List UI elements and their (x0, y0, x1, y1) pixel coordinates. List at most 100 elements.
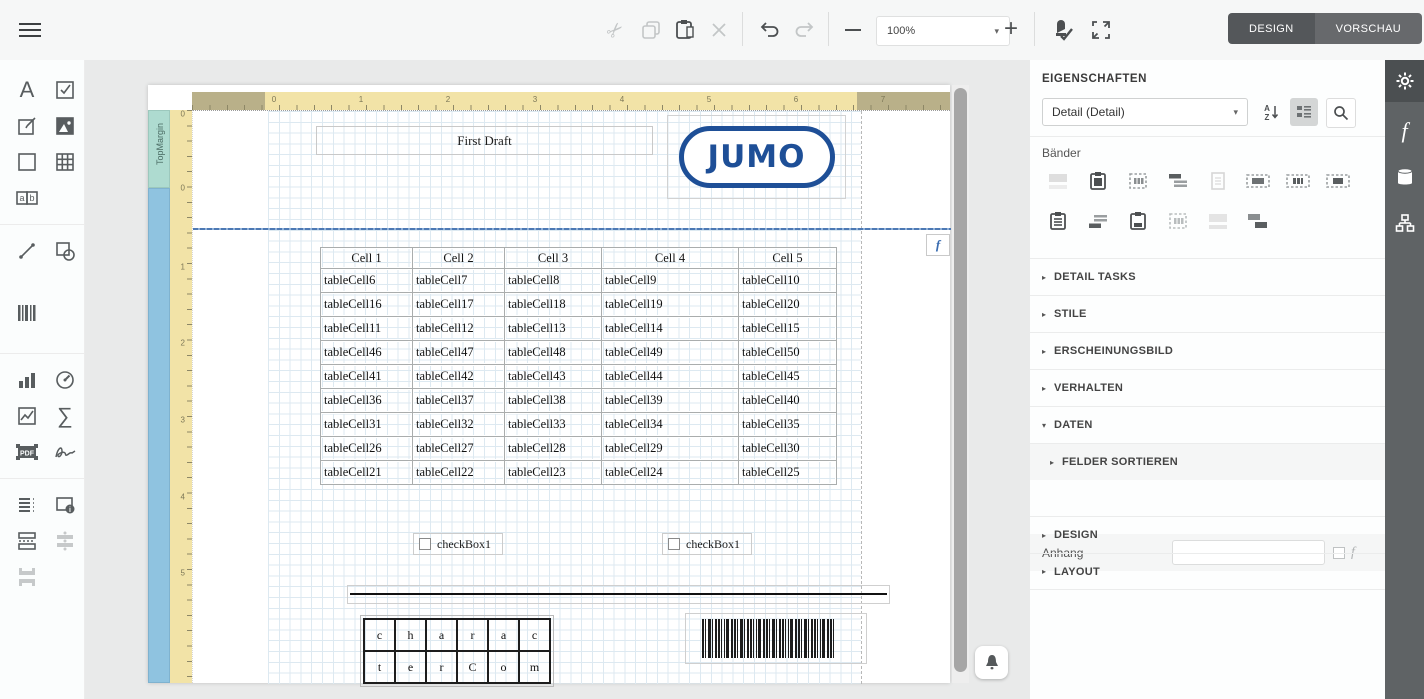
sub-report-band[interactable] (1244, 208, 1272, 234)
vertical-scrollbar-thumb[interactable] (954, 88, 967, 672)
report-footer-band[interactable] (1044, 208, 1072, 234)
report-page[interactable]: 01234567 TopMargin 0012345 f First Draft… (148, 85, 950, 683)
signature-icon[interactable] (48, 435, 82, 469)
delete-icon[interactable] (706, 17, 732, 43)
text-icon[interactable]: A (10, 73, 44, 107)
section-detail-tasks[interactable]: ▸ DETAIL TASKS (1030, 258, 1385, 295)
barcode-icon[interactable] (10, 296, 44, 330)
validate-icon[interactable] (1048, 15, 1078, 45)
summary-icon[interactable]: ∑ (48, 399, 82, 433)
section-verhalten[interactable]: ▸ VERHALTEN (1030, 369, 1385, 406)
table-cell[interactable]: tableCell9 (602, 269, 739, 293)
page-band[interactable] (1204, 168, 1232, 194)
comb-cell[interactable]: t (364, 651, 395, 683)
zoom-in-icon[interactable]: + (998, 14, 1024, 44)
table-cell[interactable]: tableCell14 (602, 317, 739, 341)
table-cell[interactable]: tableCell36 (321, 389, 413, 413)
page-content-area[interactable]: f First Draft JUMO Cell 1Cell 2Cell 3Cel… (192, 110, 950, 683)
comb-cell[interactable]: e (395, 651, 426, 683)
page-header-band[interactable] (1044, 168, 1072, 194)
character-comb-element[interactable]: characterCom (363, 618, 551, 684)
table-cell[interactable]: tableCell46 (321, 341, 413, 365)
checkbox-element-2[interactable]: checkBox1 (662, 533, 752, 555)
detail-band-handle[interactable] (148, 188, 170, 683)
table-cell[interactable]: tableCell43 (505, 365, 602, 389)
table-cell[interactable]: tableCell31 (321, 413, 413, 437)
design-mode-button[interactable]: DESIGN (1228, 13, 1315, 44)
section-felder-sortieren[interactable]: ▸ FELDER SORTIEREN (1030, 443, 1385, 480)
table-cell[interactable]: tableCell22 (413, 461, 505, 485)
redo-icon[interactable] (790, 16, 818, 44)
band-function-icon[interactable]: f (926, 234, 950, 256)
line-element[interactable] (347, 585, 890, 604)
comb-cell[interactable]: r (457, 619, 488, 651)
sparkline-icon[interactable] (10, 399, 44, 433)
table-cell[interactable]: tableCell30 (739, 437, 837, 461)
richtext-icon[interactable] (10, 109, 44, 143)
table-cell[interactable]: tableCell11 (321, 317, 413, 341)
fullscreen-icon[interactable] (1086, 15, 1116, 45)
table-cell[interactable]: tableCell50 (739, 341, 837, 365)
section-daten[interactable]: ▾ DATEN (1030, 406, 1385, 443)
report-header-band[interactable] (1084, 168, 1112, 194)
table-cell[interactable]: tableCell6 (321, 269, 413, 293)
section-layout[interactable]: ▸ LAYOUT (1030, 553, 1385, 590)
pdf-signature-icon[interactable]: PDF (10, 435, 44, 469)
band-divider-line[interactable] (193, 228, 951, 230)
table-cell[interactable]: tableCell47 (413, 341, 505, 365)
table-cell[interactable]: tableCell44 (602, 365, 739, 389)
comb-cell[interactable]: m (519, 651, 550, 683)
table-cell[interactable]: tableCell18 (505, 293, 602, 317)
panel-icon[interactable] (10, 145, 44, 179)
comb-cell[interactable]: C (457, 651, 488, 683)
table-cell[interactable]: tableCell15 (739, 317, 837, 341)
comb-cell[interactable]: a (488, 619, 519, 651)
table-icon[interactable] (48, 145, 82, 179)
cross-band-1[interactable] (1244, 168, 1272, 194)
menu-icon[interactable] (18, 18, 42, 42)
search-button[interactable] (1326, 98, 1356, 128)
table-cell[interactable]: tableCell32 (413, 413, 505, 437)
structure-icon[interactable] (1385, 202, 1424, 244)
zoom-out-icon[interactable] (840, 16, 866, 44)
table-cell[interactable]: tableCell16 (321, 293, 413, 317)
table-cell[interactable]: tableCell13 (505, 317, 602, 341)
detail-band[interactable] (1124, 168, 1152, 194)
zoom-select[interactable]: 100% ▾ (876, 16, 1010, 46)
line-icon[interactable] (10, 234, 44, 268)
copy-icon[interactable] (638, 17, 664, 43)
table-cell[interactable]: tableCell40 (739, 389, 837, 413)
table-cell[interactable]: tableCell41 (321, 365, 413, 389)
report-table[interactable]: Cell 1Cell 2Cell 3Cell 4Cell 5tableCell6… (320, 247, 837, 485)
table-cell[interactable]: tableCell35 (739, 413, 837, 437)
section-erscheinungsbild[interactable]: ▸ ERSCHEINUNGSBILD (1030, 332, 1385, 369)
cut-icon[interactable]: ✂ (597, 12, 634, 49)
page-footer-band[interactable] (1124, 208, 1152, 234)
group-header-band[interactable] (1164, 168, 1192, 194)
table-cell[interactable]: tableCell17 (413, 293, 505, 317)
section-stile[interactable]: ▸ STILE (1030, 295, 1385, 332)
shape-icon[interactable] (48, 234, 82, 268)
table-cell[interactable]: tableCell39 (602, 389, 739, 413)
chart-icon[interactable] (10, 363, 44, 397)
comb-cell[interactable]: c (519, 619, 550, 651)
checkbox-icon[interactable] (48, 73, 82, 107)
table-cell[interactable]: tableCell20 (739, 293, 837, 317)
character-comb-icon[interactable]: ab (10, 181, 44, 215)
section-design[interactable]: ▸ DESIGN (1030, 516, 1385, 553)
table-cell[interactable]: tableCell28 (505, 437, 602, 461)
function-icon[interactable]: f (1385, 110, 1424, 152)
table-cell[interactable]: tableCell21 (321, 461, 413, 485)
comb-cell[interactable]: c (364, 619, 395, 651)
band-selector-dropdown[interactable]: Detail (Detail) ▾ (1042, 98, 1248, 126)
logo-image-element[interactable]: JUMO (667, 115, 846, 199)
table-cell[interactable]: tableCell49 (602, 341, 739, 365)
group-footer-band[interactable] (1084, 208, 1112, 234)
preview-mode-button[interactable]: VORSCHAU (1315, 13, 1423, 44)
page-break-icon[interactable] (10, 524, 44, 558)
detail-band-2[interactable] (1164, 208, 1192, 234)
table-cell[interactable]: tableCell26 (321, 437, 413, 461)
table-header-cell[interactable]: Cell 4 (602, 248, 739, 269)
table-cell[interactable]: tableCell38 (505, 389, 602, 413)
notifications-button[interactable] (975, 646, 1008, 679)
